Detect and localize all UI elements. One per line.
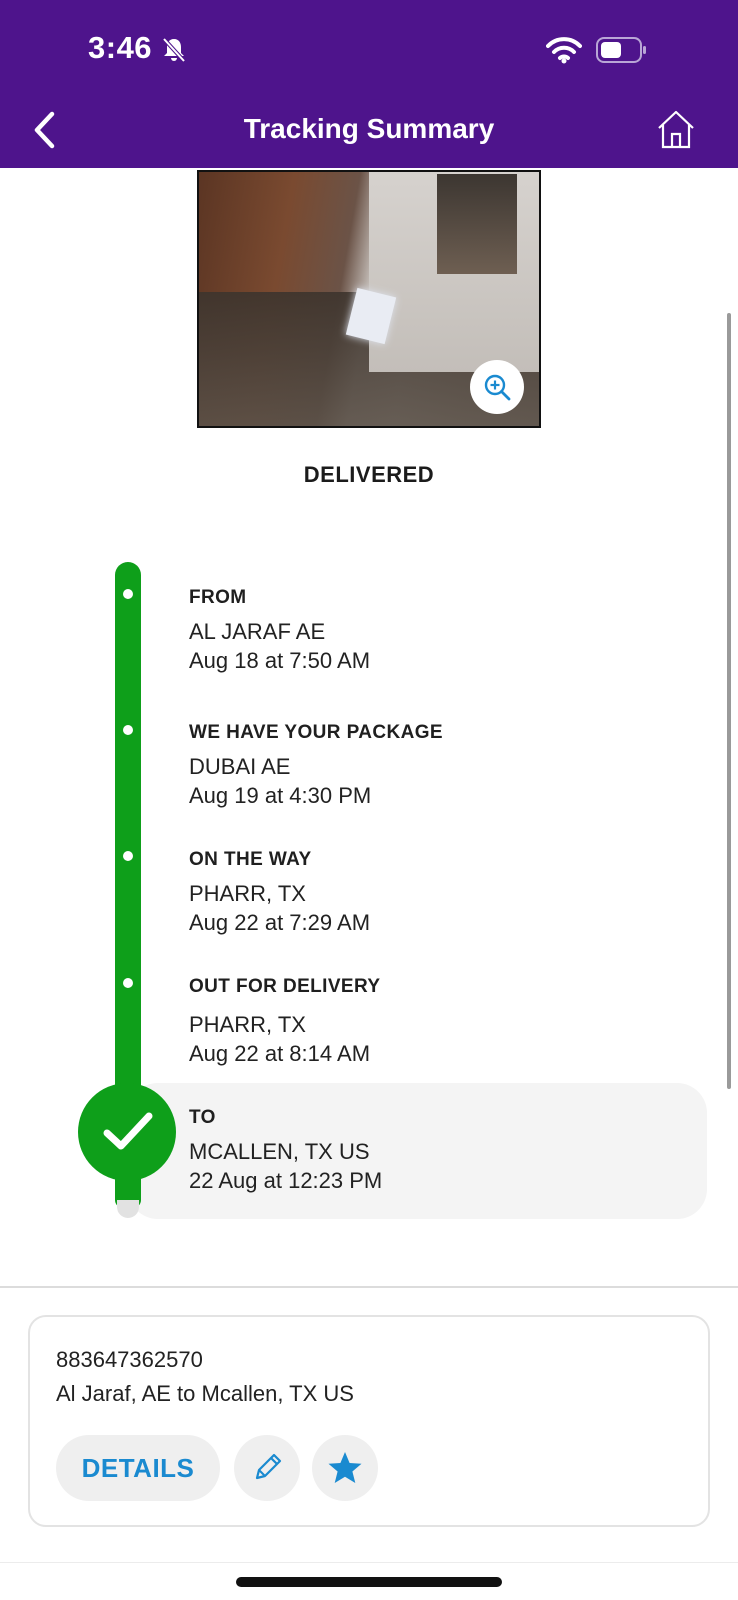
pencil-icon bbox=[255, 1453, 282, 1480]
shipment-route: Al Jaraf, AE to Mcallen, TX US bbox=[56, 1381, 354, 1406]
bell-slash-icon bbox=[162, 37, 186, 63]
checkmark-icon bbox=[103, 1112, 153, 1150]
status-time: 3:46 bbox=[88, 30, 153, 65]
event-location: PHARR, TX bbox=[189, 1012, 306, 1037]
event-label: ON THE WAY bbox=[189, 849, 312, 870]
event-label: FROM bbox=[189, 587, 247, 608]
home-icon[interactable] bbox=[656, 108, 696, 150]
timeline-dot bbox=[123, 725, 133, 735]
delivered-check-badge bbox=[78, 1083, 176, 1181]
zoom-in-button[interactable] bbox=[470, 360, 524, 414]
tracking-summary-screen: 3:46 Tracking Summary DELIVERED FROM AL … bbox=[0, 0, 738, 1600]
timeline-dot bbox=[123, 851, 133, 861]
event-datetime: Aug 22 at 7:29 AM bbox=[189, 910, 371, 935]
zoom-in-icon bbox=[484, 374, 511, 401]
favorite-button[interactable] bbox=[312, 1435, 378, 1501]
scrollbar[interactable] bbox=[727, 313, 731, 1089]
tracking-number: 883647362570 bbox=[56, 1347, 203, 1372]
event-location: AL JARAF AE bbox=[189, 619, 326, 644]
event-location: DUBAI AE bbox=[189, 754, 291, 779]
edit-button[interactable] bbox=[234, 1435, 300, 1501]
battery-icon bbox=[596, 37, 646, 63]
star-icon bbox=[328, 1452, 362, 1483]
timeline-dot bbox=[123, 589, 133, 599]
home-indicator[interactable] bbox=[236, 1577, 502, 1587]
timeline-event: ON THE WAY PHARR, TX Aug 22 at 7:29 AM bbox=[189, 849, 370, 936]
timeline-event: FROM AL JARAF AE Aug 18 at 7:50 AM bbox=[189, 587, 370, 674]
event-location: MCALLEN, TX US bbox=[189, 1139, 370, 1164]
event-label: TO bbox=[189, 1107, 216, 1128]
event-datetime: Aug 22 at 8:14 AM bbox=[189, 1041, 371, 1066]
event-datetime: Aug 19 at 4:30 PM bbox=[189, 783, 372, 808]
event-label: OUT FOR DELIVERY bbox=[189, 976, 381, 997]
divider bbox=[0, 1286, 738, 1288]
timeline-event: WE HAVE YOUR PACKAGE DUBAI AE Aug 19 at … bbox=[189, 722, 443, 809]
delivery-status: DELIVERED bbox=[303, 462, 435, 487]
event-label: WE HAVE YOUR PACKAGE bbox=[189, 722, 443, 743]
timeline-dot bbox=[123, 978, 133, 988]
wifi-icon bbox=[546, 37, 582, 64]
timeline-event-final: TO MCALLEN, TX US 22 Aug at 12:23 PM bbox=[189, 1107, 382, 1194]
timeline-event: OUT FOR DELIVERY PHARR, TX Aug 22 at 8:1… bbox=[189, 976, 380, 1067]
details-button[interactable]: DETAILS bbox=[56, 1435, 220, 1501]
header-bar: 3:46 Tracking Summary bbox=[0, 0, 738, 168]
event-datetime: 22 Aug at 12:23 PM bbox=[189, 1168, 383, 1193]
event-datetime: Aug 18 at 7:50 AM bbox=[189, 648, 371, 673]
page-title: Tracking Summary bbox=[243, 113, 495, 144]
shipment-card: 883647362570 Al Jaraf, AE to Mcallen, TX… bbox=[28, 1315, 710, 1527]
event-location: PHARR, TX bbox=[189, 881, 306, 906]
